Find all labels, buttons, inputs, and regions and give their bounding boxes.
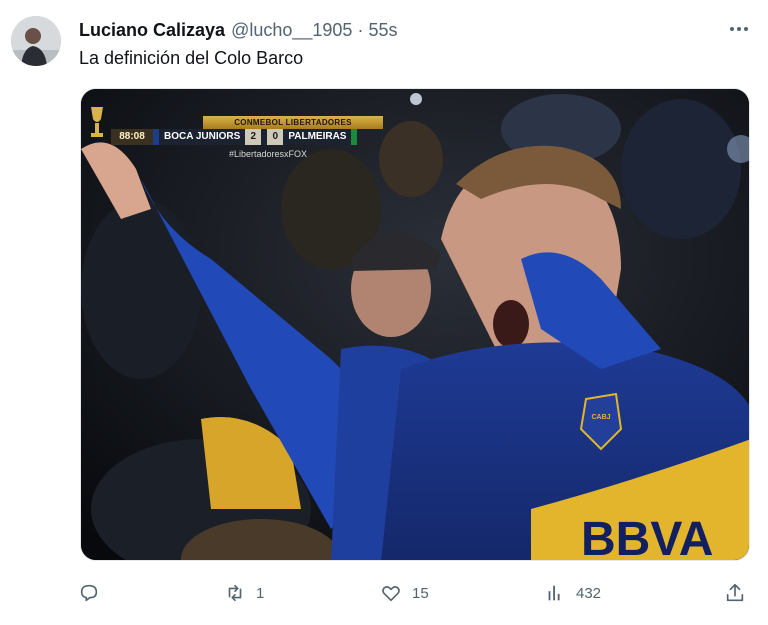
avatar-image [11, 16, 61, 66]
broadcast-hashtag: #LibertadoresxFOX [229, 149, 308, 159]
tweet-actions: 1 15 432 [78, 578, 748, 608]
separator-dot: · [357, 19, 364, 40]
views-count: 432 [576, 584, 602, 602]
views-button[interactable]: 432 [544, 578, 601, 608]
like-button[interactable]: 15 [380, 578, 429, 608]
reply-button[interactable] [78, 578, 110, 608]
heart-icon [382, 586, 400, 602]
tweet-timestamp[interactable]: 55s [368, 20, 397, 41]
views-chart-icon [548, 585, 560, 601]
tweet-media-image[interactable]: CABJ BBVA CONMEBOL LIBERTADORES 88:08 BO… [80, 88, 750, 561]
share-icon [726, 583, 744, 602]
tweet[interactable]: Luciano Calizaya @lucho__1905 · 55s La d… [0, 0, 768, 625]
retweet-button[interactable]: 1 [224, 578, 264, 608]
scorebug: CONMEBOL LIBERTADORES 88:08 BOCA JUNIORS… [111, 111, 401, 167]
retweet-count: 1 [256, 584, 265, 602]
tweet-text: La definición del Colo Barco [79, 48, 304, 68]
home-score: 2 [245, 129, 262, 145]
retweet-icon [228, 584, 242, 602]
match-clock: 88:08 [111, 129, 153, 145]
scorebug-competition: CONMEBOL LIBERTADORES [203, 116, 383, 129]
avatar[interactable] [11, 16, 61, 66]
away-team-color [351, 129, 358, 145]
share-button[interactable] [724, 578, 746, 608]
away-team-name: PALMEIRAS [283, 129, 352, 145]
libertadores-trophy-icon [87, 105, 107, 145]
crest-text: CABJ [591, 414, 610, 421]
like-count: 15 [412, 584, 429, 602]
more-options-button[interactable] [728, 19, 750, 39]
home-team-name: BOCA JUNIORS [159, 129, 246, 145]
author-handle[interactable]: @lucho__1905 [231, 20, 352, 41]
more-horizontal-icon [730, 27, 748, 31]
reply-icon [80, 584, 98, 602]
author-display-name[interactable]: Luciano Calizaya [79, 20, 225, 41]
away-score: 0 [267, 129, 284, 145]
tweet-header: Luciano Calizaya @lucho__1905 · 55s [79, 18, 748, 42]
jersey-sponsor-text: BBVA [581, 513, 713, 561]
scorebug-row: 88:08 BOCA JUNIORS 2 0 PALMEIRAS [111, 129, 401, 145]
